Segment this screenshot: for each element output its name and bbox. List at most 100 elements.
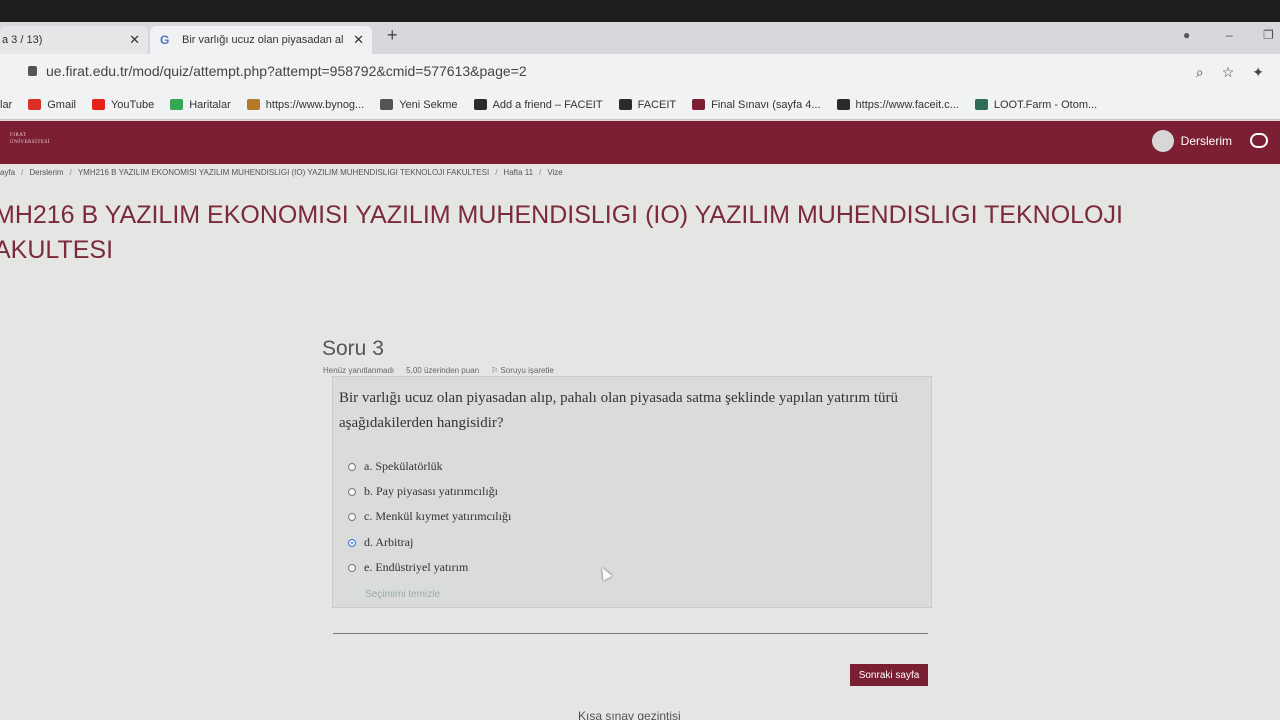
bookmark-item[interactable]: https://www.faceit.c... — [836, 98, 959, 111]
browser-tabstrip: a 3 / 13) ✕ G Bir varlığı ucuz olan piya… — [0, 22, 1280, 54]
question-heading: Soru 3 — [322, 337, 384, 360]
bookmark-item[interactable]: Haritalar — [170, 99, 231, 111]
bookmark-label: YouTube — [110, 98, 155, 111]
answer-option-label: d. Arbitraj — [364, 535, 414, 549]
profile-icon[interactable]: ● — [1183, 28, 1190, 42]
minimize-icon[interactable]: – — [1226, 28, 1233, 42]
bookmark-label: https://www.faceit.c... — [855, 98, 959, 111]
messages-icon[interactable] — [1250, 133, 1268, 148]
close-tab-icon[interactable]: ✕ — [129, 32, 140, 48]
breadcrumb-separator: / — [69, 168, 72, 177]
bookmarks-bar: lar Gmail YouTube Haritalar https://www.byno… — [0, 90, 1280, 120]
screen-bezel — [0, 0, 1280, 22]
breadcrumb-separator: / — [21, 168, 24, 177]
breadcrumb-separator: / — [495, 168, 498, 177]
site-navbar: FIRAT ÜNİVERSİTESİ Derslerim — [0, 121, 1280, 164]
bookmark-item[interactable]: LOOT.Farm - Otom... — [974, 98, 1098, 111]
star-icon[interactable]: ☆ — [1222, 64, 1235, 81]
breadcrumb-item[interactable]: Hafta 11 — [503, 168, 533, 177]
bookmark-icon — [836, 99, 850, 110]
bookmark-label: https://www.bynog... — [265, 98, 365, 111]
divider — [333, 633, 928, 634]
bookmark-item[interactable]: Add a friend – FACEIT — [473, 98, 603, 111]
radio-button[interactable] — [348, 538, 356, 547]
bookmark-label: Add a friend – FACEIT — [492, 98, 603, 111]
bookmark-icon — [974, 99, 988, 110]
bookmark-icon — [246, 99, 260, 110]
avatar — [1151, 130, 1174, 152]
radio-button[interactable] — [348, 462, 356, 471]
bookmark-label: lar — [0, 98, 13, 111]
answer-option[interactable]: e. Endüstriyel yatırım — [348, 560, 468, 575]
logo-line-2: ÜNİVERSİTESİ — [10, 140, 50, 145]
answer-option-label: a. Spekülatörlük — [364, 459, 443, 473]
bookmark-icon — [692, 99, 706, 110]
university-logo[interactable]: FIRAT ÜNİVERSİTESİ — [10, 132, 50, 146]
answer-option-label: e. Endüstriyel yatırım — [364, 560, 469, 574]
question-box: Bir varlığı ucuz olan piyasadan alıp, pa… — [332, 376, 932, 608]
radio-button[interactable] — [348, 512, 356, 521]
browser-tab-2[interactable]: G Bir varlığı ucuz olan piyasadan al ✕ — [150, 26, 372, 54]
clear-selection-link[interactable]: Seçimimi temizle — [365, 589, 440, 600]
maximize-icon[interactable]: ❐ — [1263, 28, 1274, 42]
bookmark-item[interactable]: Yeni Sekme — [380, 98, 458, 111]
bookmark-label: Final Sınavı (sayfa 4... — [711, 98, 821, 111]
bookmark-icon — [380, 99, 394, 110]
page-title: MH216 B YAZILIM EKONOMISI YAZILIM MUHEND… — [0, 198, 1234, 268]
bookmark-icon — [28, 99, 42, 110]
breadcrumb-item[interactable]: Vize — [547, 168, 562, 177]
flag-question-link[interactable]: ⚐ Soruyu işaretle — [491, 366, 554, 375]
breadcrumb-item[interactable]: ayfa — [0, 168, 15, 177]
answer-option[interactable]: b. Pay piyasası yatırımcılığı — [348, 484, 498, 499]
question-status: Henüz yanıtlanmadı — [323, 366, 395, 375]
user-menu-label: Derslerim — [1180, 134, 1232, 148]
answer-option[interactable]: d. Arbitraj — [348, 535, 413, 550]
answer-option[interactable]: a. Spekülatörlük — [348, 459, 443, 474]
radio-button[interactable] — [348, 487, 356, 496]
radio-button[interactable] — [348, 563, 356, 572]
tab-2-label: Bir varlığı ucuz olan piyasadan al — [182, 34, 344, 46]
address-bar-icons: ⌕ ☆ ✦ — [1196, 64, 1264, 81]
next-page-button[interactable]: Sonraki sayfa — [850, 664, 928, 686]
flag-question-label: Soruyu işaretle — [500, 366, 554, 375]
user-menu[interactable]: Derslerim — [1151, 130, 1232, 152]
logo-line-1: FIRAT — [10, 133, 27, 138]
new-tab-icon[interactable]: + — [387, 25, 398, 46]
question-points: 5,00 üzerinden puan — [406, 366, 480, 375]
answer-option[interactable]: c. Menkül kıymet yatırımcılığı — [348, 509, 511, 524]
breadcrumb-item[interactable]: YMH216 B YAZILIM EKONOMISI YAZILIM MUHEN… — [78, 168, 489, 177]
breadcrumb-item[interactable]: Derslerim — [29, 168, 63, 177]
page-content: ayfa / Derslerim / YMH216 B YAZILIM EKONOMIS… — [0, 164, 1280, 720]
answer-option-label: b. Pay piyasası yatırımcılığı — [364, 484, 498, 498]
bookmark-label: Yeni Sekme — [399, 98, 458, 111]
bookmark-icon — [473, 99, 487, 110]
bookmark-icon — [91, 99, 105, 110]
bookmark-label: Gmail — [47, 98, 76, 111]
bookmark-icon — [170, 99, 184, 110]
bookmark-icon — [618, 99, 632, 110]
bookmark-label: FACEIT — [637, 98, 677, 111]
google-icon: G — [160, 33, 170, 47]
page-title-line-1: MH216 B YAZILIM EKONOMISI YAZILIM MUHEND… — [0, 201, 1123, 229]
bookmark-item[interactable]: Final Sınavı (sayfa 4... — [692, 98, 821, 111]
bookmark-label: LOOT.Farm - Otom... — [993, 98, 1098, 111]
address-bar-row: ue.firat.edu.tr/mod/quiz/attempt.php?att… — [0, 54, 1280, 90]
answer-option-label: c. Menkül kıymet yatırımcılığı — [364, 509, 512, 523]
zoom-icon[interactable]: ⌕ — [1196, 64, 1204, 81]
breadcrumb-separator: / — [539, 168, 542, 177]
url-field[interactable]: ue.firat.edu.tr/mod/quiz/attempt.php?att… — [46, 63, 527, 79]
quiz-navigation-heading: Kısa sınav gezintisi — [578, 709, 681, 720]
breadcrumb: ayfa / Derslerim / YMH216 B YAZILIM EKONOMIS… — [0, 168, 563, 177]
question-text: Bir varlığı ucuz olan piyasadan alıp, pa… — [339, 390, 898, 431]
page-title-line-2: AKULTESI — [0, 236, 114, 264]
bookmark-item[interactable]: YouTube — [91, 98, 155, 111]
bookmark-item[interactable]: Gmail — [28, 99, 76, 111]
close-tab-icon[interactable]: ✕ — [353, 32, 364, 48]
bookmark-item[interactable]: https://www.bynog... — [246, 98, 365, 111]
extensions-icon[interactable]: ✦ — [1252, 64, 1264, 81]
bookmark-item[interactable]: FACEIT — [618, 98, 677, 111]
bookmark-item[interactable]: lar — [0, 99, 12, 111]
bookmark-label: Haritalar — [189, 98, 231, 111]
browser-tab-1[interactable]: a 3 / 13) ✕ — [0, 26, 148, 54]
tab-1-label: a 3 / 13) — [2, 34, 43, 46]
